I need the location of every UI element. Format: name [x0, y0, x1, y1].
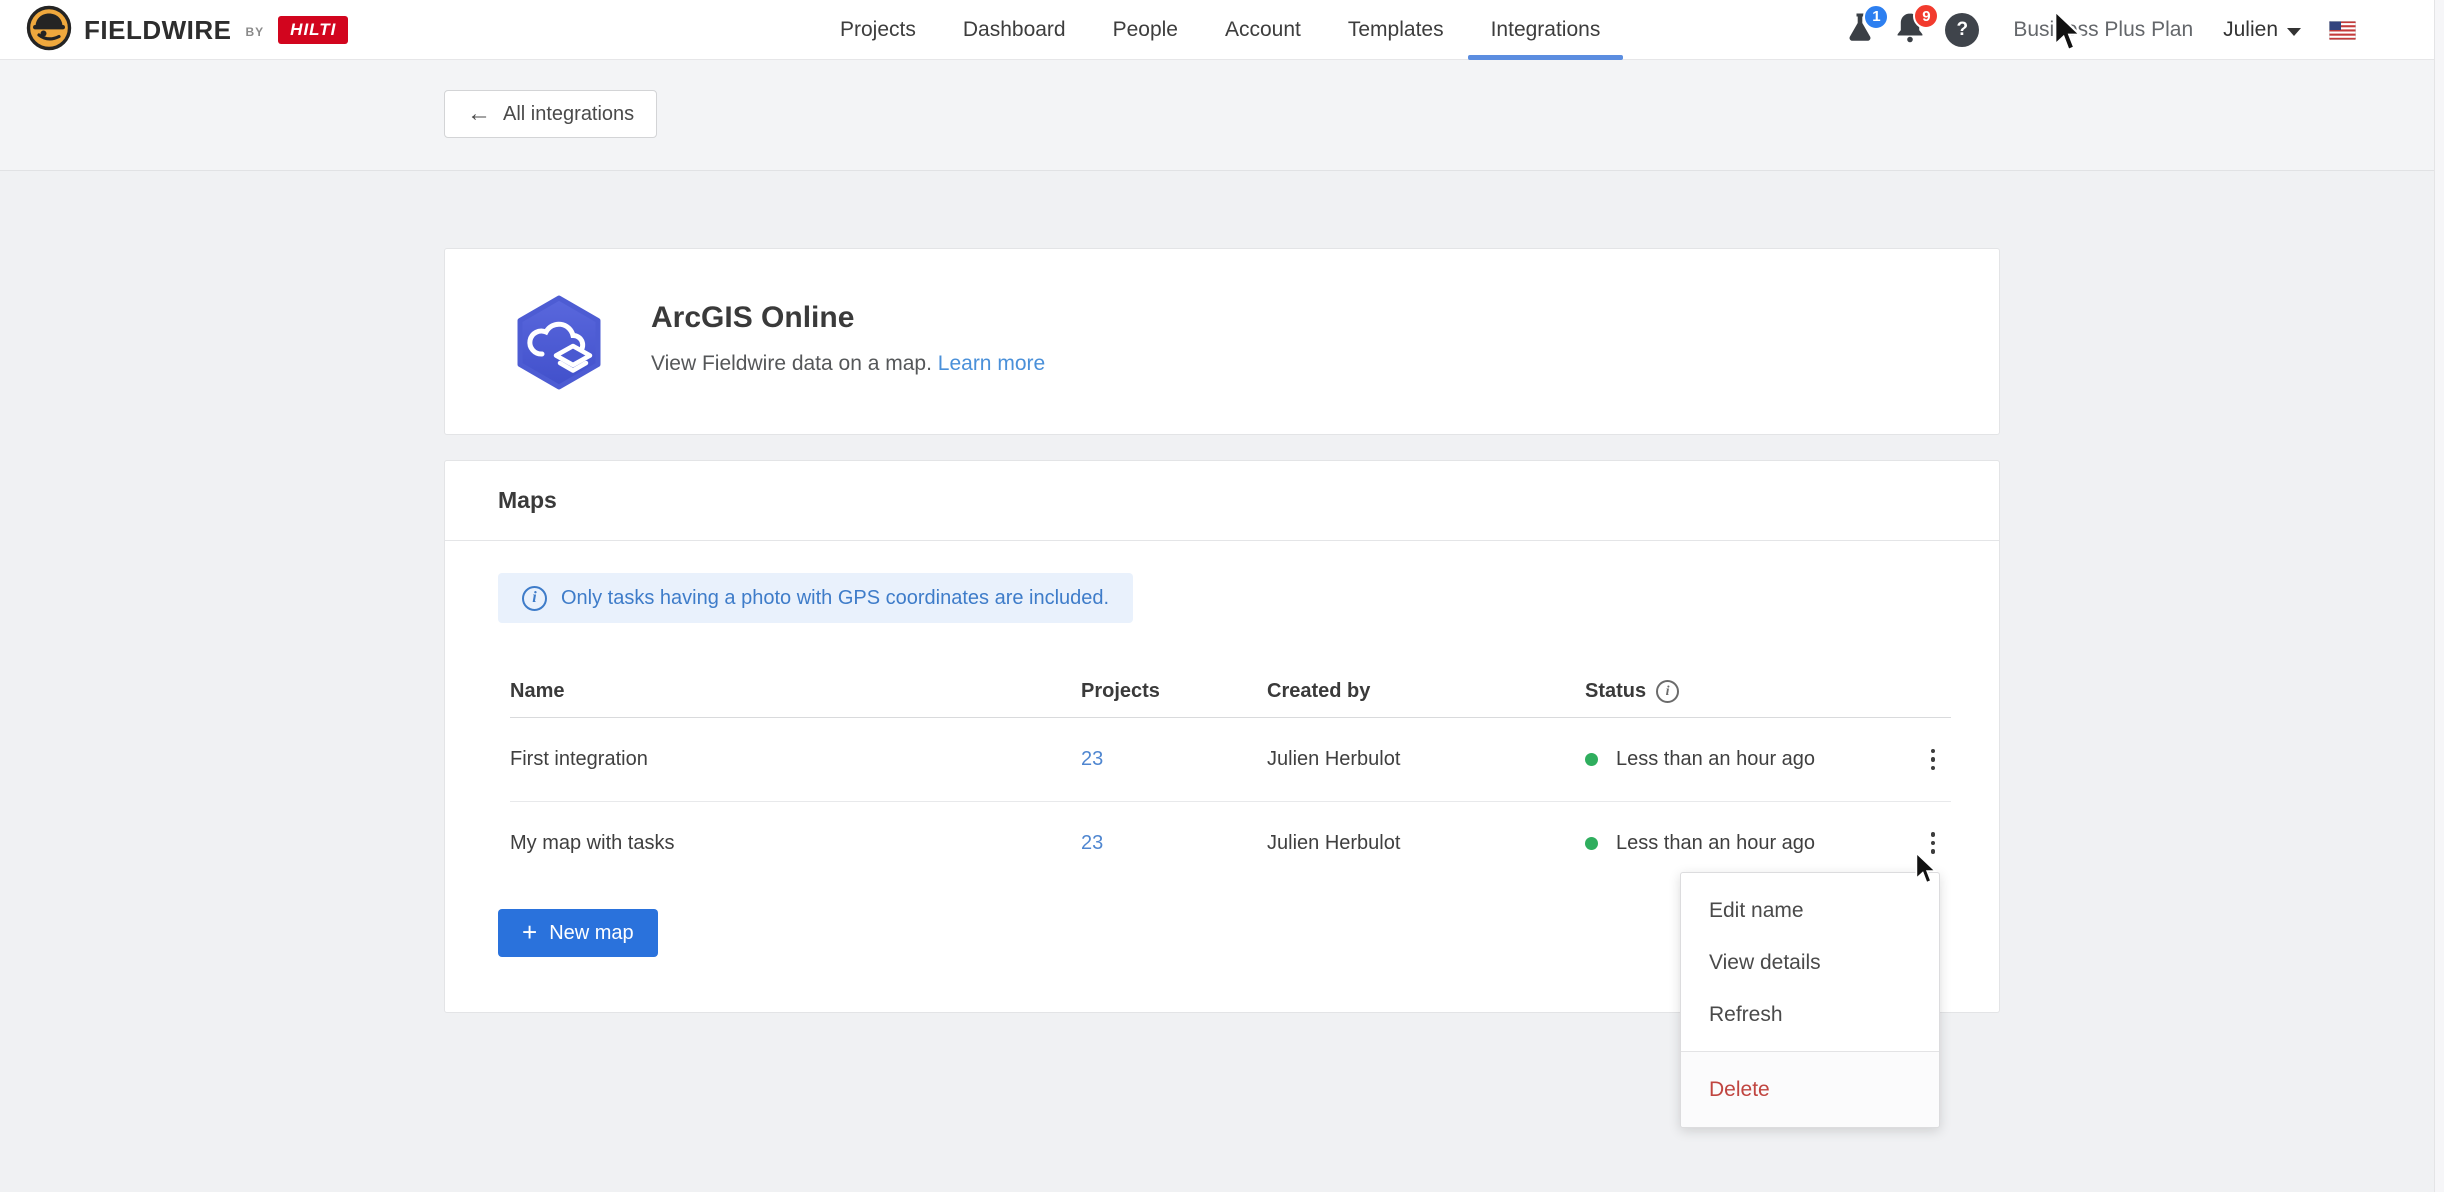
gps-notice-text: Only tasks having a photo with GPS coord…	[561, 587, 1109, 610]
tab-templates[interactable]: Templates	[1348, 0, 1444, 60]
top-bar-right: 1 9 ? Business Plus Plan Julien	[1845, 0, 2356, 60]
table-row: First integration 23 Julien Herbulot Les…	[510, 718, 1951, 801]
maps-table: Name Projects Created by Status i First …	[510, 666, 1951, 884]
arcgis-card: ArcGIS Online View Fieldwire data on a m…	[444, 248, 2000, 435]
tab-people[interactable]: People	[1113, 0, 1178, 60]
info-icon: i	[522, 586, 547, 611]
map-name: First integration	[510, 748, 1081, 771]
map-name: My map with tasks	[510, 832, 1081, 855]
menu-item-edit-name[interactable]: Edit name	[1681, 885, 1939, 937]
new-map-label: New map	[549, 922, 633, 945]
notifications-button[interactable]: 9	[1895, 11, 1925, 49]
brand-by-label: BY	[246, 25, 265, 39]
projects-count-link[interactable]: 23	[1081, 748, 1267, 771]
back-button-label: All integrations	[503, 103, 634, 126]
maps-section-title: Maps	[445, 461, 1999, 541]
projects-count-link[interactable]: 23	[1081, 832, 1267, 855]
menu-item-refresh[interactable]: Refresh	[1681, 989, 1939, 1041]
tab-integrations[interactable]: Integrations	[1491, 0, 1601, 60]
labs-flask-button[interactable]: 1	[1845, 12, 1875, 49]
sub-header: ← All integrations	[0, 60, 2444, 171]
table-header-row: Name Projects Created by Status i	[510, 666, 1951, 718]
tab-dashboard[interactable]: Dashboard	[963, 0, 1066, 60]
integration-title: ArcGIS Online	[651, 301, 854, 335]
main-nav: Projects Dashboard People Account Templa…	[840, 0, 1600, 60]
all-integrations-back-button[interactable]: ← All integrations	[444, 90, 657, 138]
status-cell: Less than an hour ago	[1585, 748, 1915, 771]
hilti-logo: HILTI	[278, 16, 348, 44]
tab-account[interactable]: Account	[1225, 0, 1301, 60]
help-icon[interactable]: ?	[1945, 13, 1979, 47]
learn-more-link[interactable]: Learn more	[938, 352, 1045, 375]
brand[interactable]: FIELDWIRE BY HILTI	[26, 0, 348, 60]
column-header-created-by: Created by	[1267, 680, 1585, 703]
status-dot	[1585, 753, 1598, 766]
user-menu[interactable]: Julien	[2223, 18, 2301, 42]
user-name: Julien	[2223, 18, 2278, 42]
status-dot	[1585, 837, 1598, 850]
back-arrow-icon: ←	[467, 102, 491, 126]
page: FIELDWIRE BY HILTI Projects Dashboard Pe…	[0, 0, 2444, 1192]
status-text: Less than an hour ago	[1616, 832, 1815, 855]
status-cell: Less than an hour ago	[1585, 832, 1915, 855]
integration-description: View Fieldwire data on a map. Learn more	[651, 352, 1045, 376]
column-header-name: Name	[510, 680, 1081, 703]
new-map-button[interactable]: + New map	[498, 909, 658, 957]
gps-notice-banner: i Only tasks having a photo with GPS coo…	[498, 573, 1133, 623]
menu-item-view-details[interactable]: View details	[1681, 937, 1939, 989]
flask-badge: 1	[1863, 4, 1889, 30]
tab-projects[interactable]: Projects	[840, 0, 916, 60]
kebab-menu-icon[interactable]	[1915, 826, 1951, 860]
created-by: Julien Herbulot	[1267, 832, 1585, 855]
fieldwire-logo-icon	[26, 5, 72, 56]
arcgis-icon	[515, 295, 603, 395]
us-flag-icon[interactable]	[2329, 21, 2356, 40]
menu-item-delete[interactable]: Delete	[1681, 1052, 1939, 1127]
bell-badge: 9	[1913, 3, 1939, 29]
main-content: ArcGIS Online View Fieldwire data on a m…	[0, 171, 2444, 1192]
chevron-down-icon	[2287, 28, 2301, 36]
integration-description-text: View Fieldwire data on a map.	[651, 352, 932, 375]
status-info-icon[interactable]: i	[1656, 680, 1679, 703]
kebab-menu-icon[interactable]	[1915, 743, 1951, 777]
row-context-menu: Edit name View details Refresh Delete	[1680, 872, 1940, 1128]
status-text: Less than an hour ago	[1616, 748, 1815, 771]
top-bar: FIELDWIRE BY HILTI Projects Dashboard Pe…	[0, 0, 2444, 60]
plan-label: Business Plus Plan	[2013, 18, 2193, 42]
status-header-label: Status	[1585, 680, 1646, 703]
column-header-status: Status i	[1585, 680, 1915, 703]
column-header-projects: Projects	[1081, 680, 1267, 703]
scrollbar[interactable]	[2434, 0, 2444, 1192]
brand-name: FIELDWIRE	[84, 15, 232, 46]
plus-icon: +	[522, 919, 537, 945]
created-by: Julien Herbulot	[1267, 748, 1585, 771]
